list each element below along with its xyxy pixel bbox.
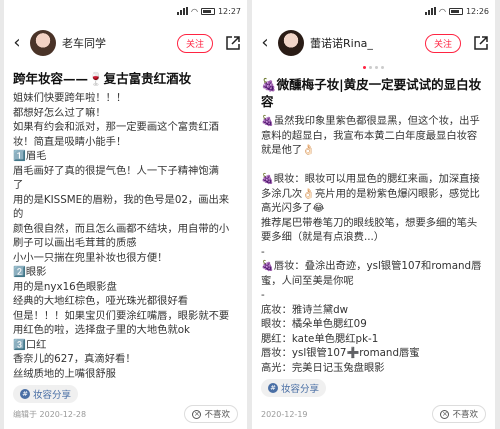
body-line: 多涂几次👌🏻亮片用的是粉紫色爆闪眼影，感觉比 xyxy=(261,187,480,200)
body-line: 用红色的啦，选择盘子里的大地色就ok xyxy=(13,324,191,336)
pager-dot xyxy=(369,65,372,69)
body-line: 眉毛画好了真的很提气色！人一下子精神饱满 xyxy=(13,164,219,177)
note-header: ‹ 老车同学 关注 xyxy=(4,22,247,64)
body-line: 2️⃣眼影 xyxy=(13,266,47,278)
note-title: 跨年妆容——🍷复古富贵红酒妆 xyxy=(13,71,192,86)
body-line: 了 xyxy=(13,179,24,191)
left-phone-screen: ◠ 12:27 ‹ 老车同学 关注 跨年妆容——🍷复古富贵红酒妆 姐妹们快要跨年… xyxy=(4,0,247,429)
note-body: 姐妹们快要跨年啦！！！ 都想好怎么过了嘛！ 如果有约会和派对，那一定要画这个富贵红酒… xyxy=(13,91,238,381)
body-line: 底妆：雅诗兰黛dw xyxy=(261,303,349,316)
note-body: 🍇虽然我印象里紫色都很显黑，但这个妆，出乎 意料的超显白，我宣布本黄二白年度最显白… xyxy=(261,114,486,375)
topic-label: 妆容分享 xyxy=(33,390,72,401)
note-header: ‹ 蕾诺诺Rina_ 关注 xyxy=(252,22,495,64)
wifi-icon: ◠ xyxy=(190,6,198,16)
body-line xyxy=(261,158,486,173)
share-icon[interactable] xyxy=(473,35,489,51)
signal-icon xyxy=(424,7,436,15)
note-title: 🍇微醺梅子妆|黄皮一定要试试的显白妆容 xyxy=(261,77,482,109)
body-line: 意料的超显白，我宣布本黄二白年度最显白妆容 xyxy=(261,129,478,142)
wifi-icon: ◠ xyxy=(438,6,446,16)
body-line: 1️⃣眉毛 xyxy=(13,150,47,162)
body-line: 唇妆：ysl银管107➕romand唇蜜 xyxy=(261,347,420,359)
topic-icon: # xyxy=(268,383,278,393)
body-line: 都想好怎么过了嘛！ xyxy=(13,106,106,119)
battery-icon xyxy=(200,7,215,15)
dislike-label: 不喜欢 xyxy=(204,410,230,420)
note-content: 🍇微醺梅子妆|黄皮一定要试试的显白妆容 🍇虽然我印象里紫色都很显黑，但这个妆，出… xyxy=(252,70,495,397)
body-line: 3️⃣口红 xyxy=(13,338,47,351)
follow-button[interactable]: 关注 xyxy=(424,33,461,53)
dislike-icon: × xyxy=(440,409,450,419)
status-time: 12:27 xyxy=(217,6,241,16)
body-line: 🍇眼妆：眼妆可以用显色的腮红来画，加深直接 xyxy=(261,173,480,185)
edit-date: 2020-12-19 xyxy=(261,409,308,419)
body-line: 高光闪多了😂 xyxy=(261,202,325,214)
body-line: 推荐尾巴带卷笔刀的眼线胶笔，想要多细的笔头 xyxy=(261,216,478,229)
body-line: 🍇虽然我印象里紫色都很显黑，但这个妆，出乎 xyxy=(261,115,480,127)
body-line: - xyxy=(261,245,265,258)
body-line: 颜色很自然，而且怎么画都不结块，用自带的小 xyxy=(13,222,230,235)
body-line: 但是！！！如果宝贝们要涂红嘴唇，眼影就不要 xyxy=(13,309,230,322)
body-line: 妆！简直是吸睛小能手！ xyxy=(13,135,127,148)
body-line: 经典的大地红棕色，哑光珠光都很好看 xyxy=(13,295,189,307)
body-line: 高光：完美日记玉兔盘眼影 xyxy=(261,361,385,374)
author-name[interactable]: 蕾诺诺Rina_ xyxy=(310,35,419,51)
status-bar: ◠ 12:26 xyxy=(252,0,495,22)
body-line: 用的是nyx16色眼影盘 xyxy=(13,280,117,293)
body-line: 小小一只揣在兜里补妆也很方便！ xyxy=(13,251,168,264)
topic-tag[interactable]: # 妆容分享 xyxy=(13,385,79,403)
note-meta: 2020-12-19 × 不喜欢 xyxy=(261,405,486,423)
battery-icon xyxy=(448,7,463,15)
dislike-button[interactable]: × 不喜欢 xyxy=(432,405,486,423)
body-line: 用的是KISSME的眉粉，我的色号是02，画出来的 xyxy=(13,193,230,221)
body-line: 就是他了👌🏻 xyxy=(261,144,316,156)
back-icon[interactable]: ‹ xyxy=(10,34,24,52)
dislike-button[interactable]: × 不喜欢 xyxy=(184,405,238,423)
body-line: 刷子可以画出毛茸茸的质感 xyxy=(13,237,137,249)
status-bar: ◠ 12:27 xyxy=(4,0,247,22)
signal-icon xyxy=(176,7,188,15)
pager-dot xyxy=(375,65,378,69)
dislike-icon: × xyxy=(192,409,202,419)
topic-tag[interactable]: # 妆容分享 xyxy=(261,379,327,397)
body-line: 眼妆：橘朵单色腮红09 xyxy=(261,318,367,330)
dislike-label: 不喜欢 xyxy=(452,410,478,420)
status-time: 12:26 xyxy=(465,6,489,16)
body-line: 🍇唇妆：叠涂出奇迹，ysl银管107和romand唇 xyxy=(261,260,482,272)
topic-icon: # xyxy=(20,389,30,399)
body-line: 香奈儿的627，真滴好看！ xyxy=(13,353,136,365)
body-line: 姐妹们快要跨年啦！！！ xyxy=(13,92,127,104)
avatar[interactable] xyxy=(30,30,56,56)
share-icon[interactable] xyxy=(225,35,241,51)
note-meta: 编辑于 2020-12-28 × 不喜欢 xyxy=(13,405,238,423)
author-name[interactable]: 老车同学 xyxy=(62,35,171,51)
follow-button[interactable]: 关注 xyxy=(176,33,213,53)
body-line: 丝绒质地的上嘴很舒服 xyxy=(13,367,116,380)
avatar[interactable] xyxy=(278,30,304,56)
body-line: - xyxy=(261,289,265,301)
back-icon[interactable]: ‹ xyxy=(258,34,272,52)
pager-dot xyxy=(363,65,366,69)
body-line: 要多细（就是有点浪费...） xyxy=(261,231,385,243)
pager-dot xyxy=(381,65,384,69)
edit-date: 编辑于 2020-12-28 xyxy=(13,409,87,419)
body-line: 如果有约会和派对，那一定要画这个富贵红酒 xyxy=(13,121,219,133)
body-line: 腮红：kate单色腮红pk-1 xyxy=(261,332,379,345)
topic-label: 妆容分享 xyxy=(281,384,320,395)
body-line: 蜜，人间至美是你呢 xyxy=(261,274,354,287)
note-content: 跨年妆容——🍷复古富贵红酒妆 姐妹们快要跨年啦！！！ 都想好怎么过了嘛！ 如果有约会… xyxy=(4,64,247,403)
right-phone-screen: ◠ 12:26 ‹ 蕾诺诺Rina_ 关注 🍇微醺梅子妆|黄皮一定要试试的显白妆… xyxy=(252,0,495,429)
